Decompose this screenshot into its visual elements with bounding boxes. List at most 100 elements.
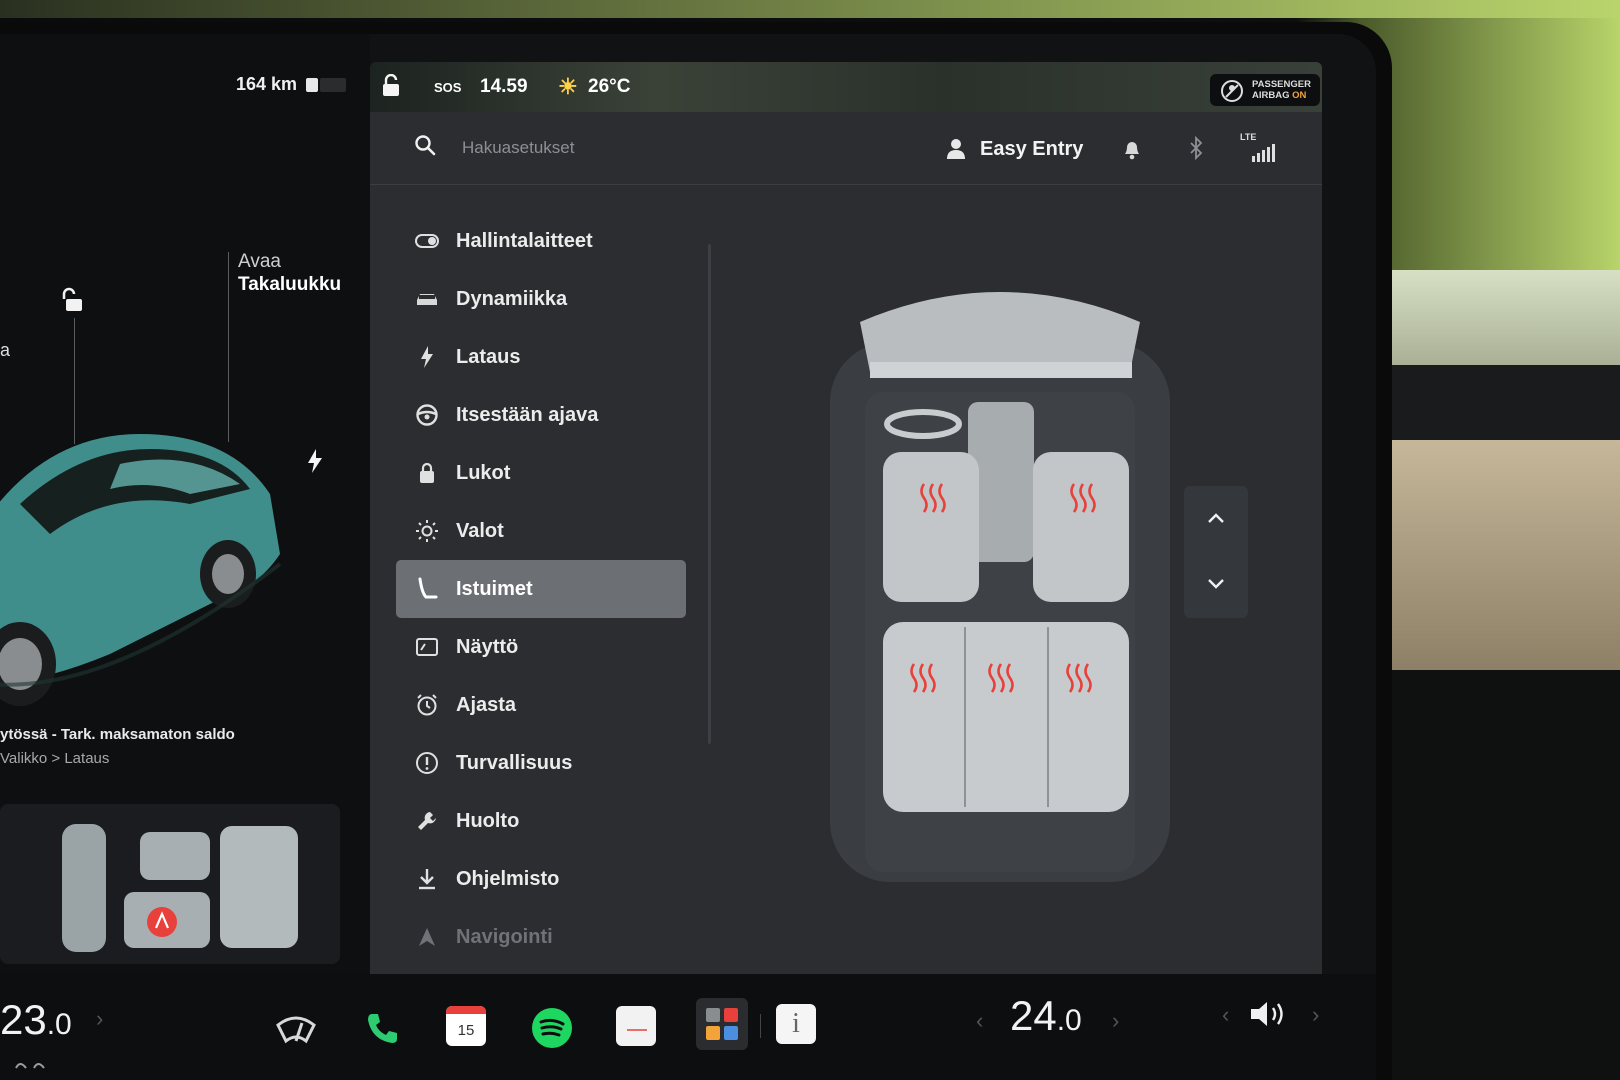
seat-down-button[interactable] (1184, 552, 1248, 616)
menu-item-seats[interactable]: Istuimet (396, 560, 686, 618)
menu-item-charging[interactable]: Lataus (396, 328, 686, 386)
rear-seat (883, 622, 1129, 812)
alert-icon (414, 750, 440, 776)
passenger-temp-up-chevron[interactable]: › (1112, 1008, 1119, 1034)
front-right-seat (1033, 452, 1129, 602)
sun-icon (414, 518, 440, 544)
search-icon (415, 135, 436, 156)
open-trunk-label: Avaa (238, 251, 281, 272)
airbag-label-1: PASSENGER (1252, 79, 1311, 90)
driver-temperature[interactable]: 23.0 (0, 996, 72, 1044)
menu-item-label: Turvallisuus (456, 751, 573, 774)
manual-info-icon[interactable]: i (776, 1004, 816, 1044)
seat-icon (414, 576, 440, 602)
lte-label: LTE (1240, 132, 1257, 142)
airbag-state: ON (1292, 90, 1307, 101)
photo-background-right (1392, 270, 1620, 365)
volume-icon[interactable] (1248, 992, 1292, 1036)
menu-item-label: Ohjelmisto (456, 867, 560, 890)
range-readout: 164 km (236, 74, 298, 94)
settings-top-bar: Easy Entry LTE (370, 112, 1322, 185)
menu-item-label: Näyttö (456, 635, 519, 658)
menu-item-lights[interactable]: Valot (396, 502, 686, 560)
person-icon (947, 139, 965, 159)
calendar-icon[interactable]: 15 (446, 1006, 486, 1046)
car-model-image (0, 434, 282, 706)
signal-bars-icon (1252, 144, 1275, 162)
settings-panel: Easy Entry LTE (370, 112, 1322, 974)
menu-item-label: Dynamiikka (456, 287, 568, 310)
touchscreen: 164 km Avaa Takaluukku a ytössä - Tark. … (0, 34, 1376, 1080)
menu-item-navigation[interactable]: Navigointi (396, 908, 686, 966)
settings-menu: Hallintalaitteet Dynamiikka Lataus Itses… (396, 212, 686, 966)
menu-item-label: Itsestään ajava (456, 403, 599, 426)
battery-indicator (306, 78, 346, 92)
download-icon (414, 866, 440, 892)
dock-divider (760, 1014, 761, 1038)
alarm-icon (414, 692, 440, 718)
calendar-day: 15 (457, 1021, 475, 1039)
seat-position-controls (1184, 486, 1248, 618)
driver-profile-name: Easy Entry (980, 137, 1084, 160)
seat-up-button[interactable] (1184, 486, 1248, 550)
charging-notice-path: Valikko > Lataus (0, 750, 110, 767)
spotify-icon[interactable] (530, 1006, 574, 1050)
photo-background-right (1392, 365, 1620, 440)
menu-item-label: Istuimet (456, 577, 533, 600)
menu-item-display[interactable]: Näyttö (396, 618, 686, 676)
bluetooth-icon[interactable] (1188, 136, 1204, 160)
menu-item-software[interactable]: Ohjelmisto (396, 850, 686, 908)
bottom-dock: 23.0 › 15 i ‹ 24.0 › ‹ › (0, 974, 1376, 1080)
seat-occupancy-view (0, 804, 340, 964)
trunk-label: Takaluukku (238, 274, 342, 295)
notes-icon[interactable] (616, 1006, 656, 1046)
steering-wheel-icon (414, 402, 440, 428)
airbag-label-2: AIRBAG (1252, 90, 1290, 101)
menu-scrollbar[interactable] (708, 244, 711, 744)
menu-item-autopilot[interactable]: Itsestään ajava (396, 386, 686, 444)
menu-item-service[interactable]: Huolto (396, 792, 686, 850)
phone-icon[interactable] (360, 1006, 404, 1050)
toybox-icon[interactable] (696, 998, 748, 1050)
photo-background-top (0, 0, 1620, 18)
passenger-temp-decimal: .0 (1056, 1004, 1082, 1037)
navigation-icon (414, 924, 440, 950)
car-icon (414, 286, 440, 312)
search-input[interactable] (460, 130, 764, 166)
photo-background-right (1392, 670, 1620, 1080)
left-truncated-text: a (0, 340, 11, 360)
menu-item-safety[interactable]: Turvallisuus (396, 734, 686, 792)
menu-item-label: Ajasta (456, 693, 517, 716)
wrench-icon (414, 808, 440, 834)
passenger-temperature[interactable]: 24.0 (1010, 992, 1082, 1040)
menu-item-schedule[interactable]: Ajasta (396, 676, 686, 734)
charge-port-icon[interactable] (306, 448, 324, 479)
seat-heat-small-icon[interactable] (14, 1060, 48, 1074)
passenger-temp-down-chevron[interactable]: ‹ (976, 1008, 983, 1034)
driver-profile-button[interactable]: Easy Entry (946, 132, 1083, 166)
bolt-icon (414, 344, 440, 370)
clock: 14.59 (480, 76, 528, 97)
menu-item-controls[interactable]: Hallintalaitteet (396, 212, 686, 270)
seat-heater-view (830, 292, 1170, 882)
menu-item-label: Navigointi (456, 925, 553, 948)
driver-temp-integer: 23 (0, 996, 47, 1043)
passenger-temp-integer: 24 (1010, 992, 1057, 1039)
unlocked-icon[interactable] (60, 286, 88, 314)
status-bar: SOS 14.59 ☀ 26°C (370, 62, 1322, 112)
sos-indicator: SOS (434, 80, 462, 95)
volume-down-chevron[interactable]: ‹ (1222, 1002, 1229, 1028)
menu-item-label: Hallintalaitteet (456, 229, 593, 252)
lock-icon (414, 460, 440, 486)
lock-status-icon[interactable] (380, 73, 402, 104)
open-trunk-button[interactable]: Avaa Takaluukku (238, 250, 341, 296)
chevron-down-icon (1208, 579, 1224, 589)
driver-temp-up-chevron[interactable]: › (96, 1006, 103, 1032)
wiper-icon[interactable] (274, 1008, 318, 1052)
menu-item-locks[interactable]: Lukot (396, 444, 686, 502)
toggle-icon (414, 228, 440, 254)
volume-up-chevron[interactable]: › (1312, 1002, 1319, 1028)
menu-item-dynamics[interactable]: Dynamiikka (396, 270, 686, 328)
menu-item-label: Huolto (456, 809, 520, 832)
bell-icon[interactable] (1122, 138, 1142, 160)
